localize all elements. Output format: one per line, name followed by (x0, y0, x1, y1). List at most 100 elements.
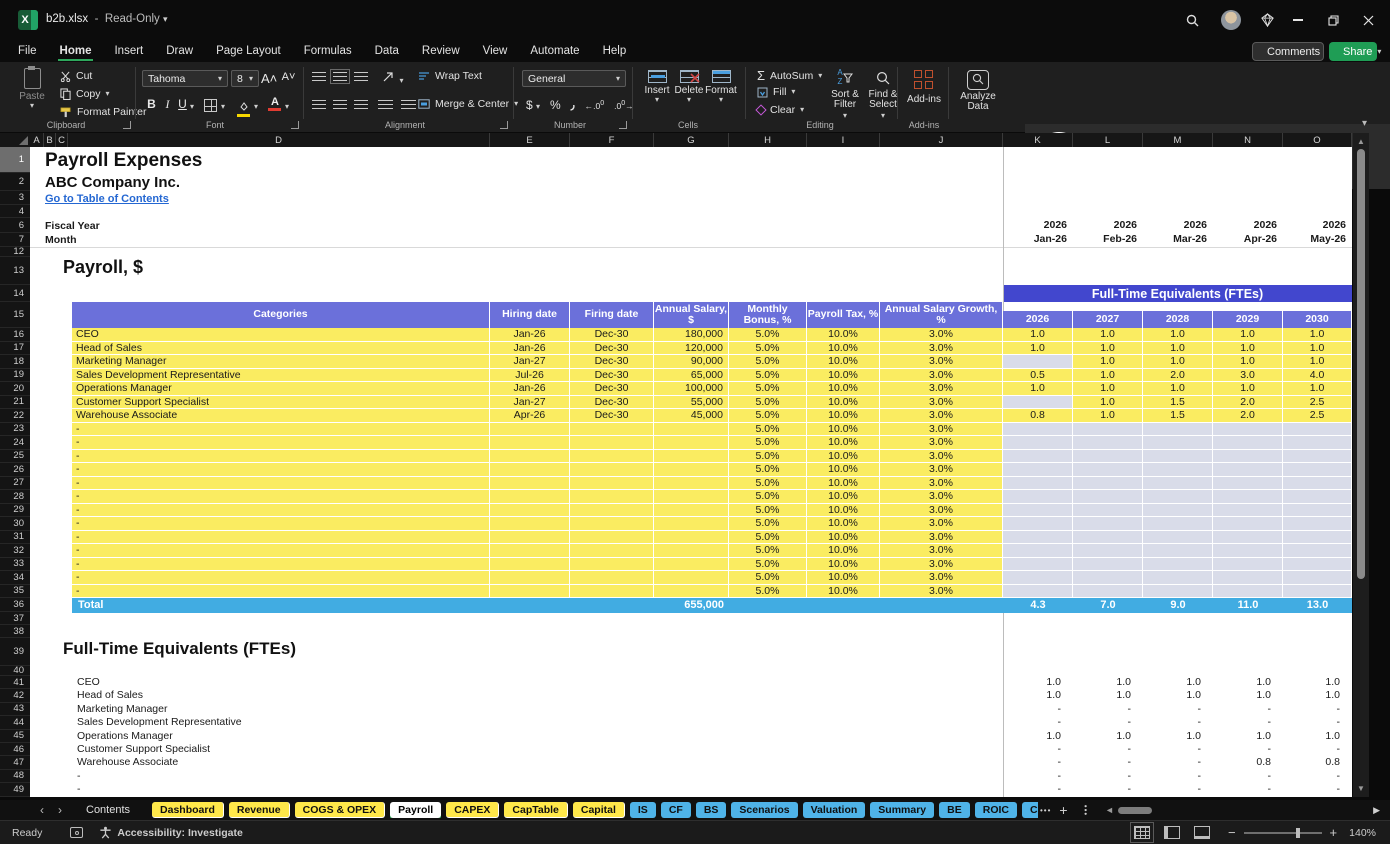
row-header-23[interactable]: 23 (0, 423, 30, 436)
table-cell[interactable]: 3.0% (880, 463, 1003, 477)
table-cell[interactable]: 10.0% (807, 530, 880, 544)
scroll-up-arrow[interactable]: ▲ (1357, 137, 1365, 146)
row-header-25[interactable]: 25 (0, 450, 30, 463)
sheet-title-cell[interactable]: Payroll Expenses (45, 150, 202, 172)
table-cell[interactable]: 10.0% (807, 449, 880, 463)
table-cell-fte[interactable] (1143, 422, 1213, 436)
increase-decimal-button[interactable]: ←.00 (585, 99, 605, 111)
table-cell[interactable] (570, 517, 654, 531)
table-cell[interactable] (654, 490, 729, 504)
table-cell[interactable] (570, 436, 654, 450)
table-cell-fte[interactable] (1143, 436, 1213, 450)
row-header-18[interactable]: 18 (0, 355, 30, 369)
fte-row-value[interactable]: 1.0 (1073, 676, 1143, 689)
table-header-1[interactable]: Hiring date (490, 302, 570, 328)
table-cell[interactable]: 10.0% (807, 382, 880, 396)
autosum-button[interactable]: Σ AutoSum ▾ (757, 68, 822, 83)
sheet-tab-dashboard[interactable]: Dashboard (152, 802, 224, 818)
sheet-tab-cogs-opex[interactable]: COGS & OPEX (294, 802, 386, 818)
table-header-3[interactable]: Annual Salary, $ (654, 302, 729, 328)
table-cell-fte[interactable] (1283, 544, 1352, 558)
fte-row-category[interactable]: Marketing Manager (77, 703, 477, 716)
table-cell[interactable]: 5.0% (729, 584, 807, 598)
table-cell[interactable]: - (72, 449, 490, 463)
column-header-G[interactable]: G (654, 133, 729, 147)
number-dialog-launcher[interactable] (619, 121, 627, 129)
table-cell[interactable]: - (72, 490, 490, 504)
table-cell-fte[interactable]: 2.0 (1143, 368, 1213, 382)
month-value[interactable]: Apr-26 (1213, 233, 1283, 246)
fiscal-year-label-cell[interactable]: Fiscal Year (45, 220, 100, 232)
row-header-43[interactable]: 43 (0, 703, 30, 717)
table-cell[interactable]: 5.0% (729, 557, 807, 571)
column-header-F[interactable]: F (570, 133, 654, 147)
share-button[interactable]: Share ▾ (1329, 42, 1381, 61)
orientation-button[interactable]: ▾ (382, 70, 403, 88)
table-cell-fte[interactable] (1283, 517, 1352, 531)
bold-button[interactable]: B (144, 97, 159, 111)
table-cell[interactable]: 10.0% (807, 557, 880, 571)
fiscal-year-value[interactable]: 2026 (1213, 219, 1283, 232)
ribbon-tab-draw[interactable]: Draw (166, 45, 193, 57)
table-cell-fte[interactable] (1143, 530, 1213, 544)
table-header-fte-2030[interactable]: 2030 (1283, 311, 1352, 328)
row-header-1[interactable]: 1 (0, 147, 30, 173)
sheet-tab-cf[interactable]: CF (660, 802, 691, 818)
table-cell[interactable]: 3.0% (880, 341, 1003, 355)
table-header-fte-2027[interactable]: 2027 (1073, 311, 1143, 328)
fte-row-value[interactable]: - (1003, 703, 1073, 716)
sort-filter-button[interactable]: AZ Sort & Filter ▾ (828, 68, 862, 121)
fte-row-value[interactable]: - (1283, 716, 1352, 729)
table-cell-fte[interactable] (1283, 584, 1352, 598)
fte-row-value[interactable]: - (1213, 770, 1283, 783)
table-cell[interactable]: 10.0% (807, 571, 880, 585)
table-cell[interactable]: 3.0% (880, 368, 1003, 382)
table-cell-fte[interactable] (1143, 517, 1213, 531)
table-cell-fte[interactable] (1213, 436, 1283, 450)
row-header-47[interactable]: 47 (0, 756, 30, 770)
add-ins-button[interactable]: Add-ins (903, 70, 945, 105)
row-header-44[interactable]: 44 (0, 716, 30, 730)
search-icon[interactable] (1180, 8, 1204, 32)
fte-row-value[interactable]: - (1213, 743, 1283, 756)
table-cell-fte[interactable]: 1.0 (1213, 355, 1283, 369)
fte-row-value[interactable]: - (1073, 783, 1143, 796)
table-cell-fte[interactable] (1073, 544, 1143, 558)
sheet-tab-is[interactable]: IS (629, 802, 656, 818)
fte-row-category[interactable]: Sales Development Representative (77, 716, 477, 729)
fiscal-year-value[interactable]: 2026 (1073, 219, 1143, 232)
fte-row-value[interactable]: - (1073, 703, 1143, 716)
table-cell-fte[interactable] (1283, 436, 1352, 450)
table-cell-fte[interactable]: 1.0 (1003, 341, 1073, 355)
table-cell[interactable]: 3.0% (880, 490, 1003, 504)
fte-row-value[interactable]: 1.0 (1003, 730, 1073, 743)
fte-row-value[interactable]: 1.0 (1143, 689, 1213, 702)
table-cell-fte[interactable]: 1.0 (1213, 382, 1283, 396)
table-cell-fte[interactable]: 1.5 (1143, 409, 1213, 423)
page-break-view-button[interactable] (1193, 826, 1210, 839)
table-cell-fte[interactable]: 1.0 (1073, 409, 1143, 423)
sheet-tab-valuation[interactable]: Valuation (802, 802, 866, 818)
fte-section-heading-cell[interactable]: Full-Time Equivalents (FTEs) (63, 639, 296, 659)
fte-row-value[interactable]: - (1143, 783, 1213, 796)
total-fte-cell[interactable]: 11.0 (1213, 598, 1283, 613)
table-cell-fte[interactable] (1003, 517, 1073, 531)
fte-row-value[interactable]: - (1003, 716, 1073, 729)
toc-link[interactable]: Go to Table of Contents (45, 193, 169, 205)
table-cell[interactable]: 5.0% (729, 530, 807, 544)
table-cell-fte[interactable] (1003, 557, 1073, 571)
table-cell[interactable] (570, 490, 654, 504)
indent-buttons[interactable] (378, 100, 416, 109)
format-painter-button[interactable]: Format Painter (60, 106, 146, 118)
row-header-15[interactable]: 15 (0, 302, 30, 328)
fte-row-value[interactable]: 0.8 (1213, 756, 1283, 769)
ribbon-tab-home[interactable]: Home (57, 45, 94, 61)
table-cell-fte[interactable]: 1.0 (1143, 341, 1213, 355)
paste-button[interactable]: Paste ▾ (14, 66, 50, 110)
table-cell[interactable] (654, 449, 729, 463)
sheet-tab-contents[interactable]: Contents (78, 802, 138, 818)
fte-row-category[interactable]: Head of Sales (77, 689, 477, 702)
fte-row-value[interactable]: - (1073, 716, 1143, 729)
collapse-ribbon-chevron[interactable]: ▾ (1362, 118, 1367, 129)
column-header-L[interactable]: L (1073, 133, 1143, 147)
